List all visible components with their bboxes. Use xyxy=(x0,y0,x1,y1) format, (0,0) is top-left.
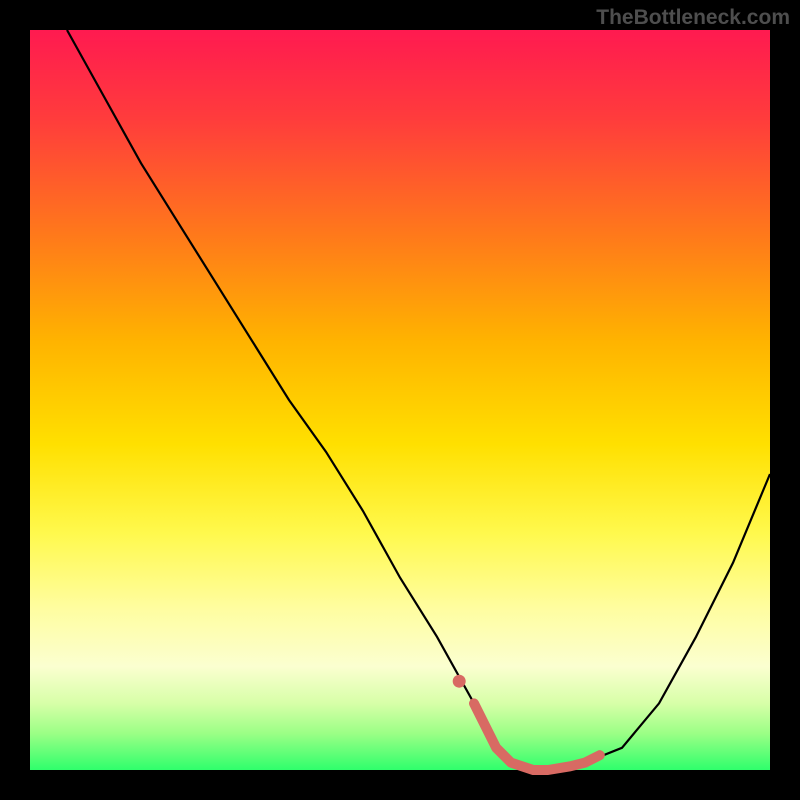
highlight-start-marker xyxy=(453,675,466,688)
plot-area xyxy=(30,30,770,770)
watermark-label: TheBottleneck.com xyxy=(596,6,790,30)
bottleneck-curve xyxy=(67,30,770,770)
curve-svg xyxy=(30,30,770,770)
chart-frame: TheBottleneck.com xyxy=(0,0,800,800)
highlight-segment xyxy=(474,703,600,770)
